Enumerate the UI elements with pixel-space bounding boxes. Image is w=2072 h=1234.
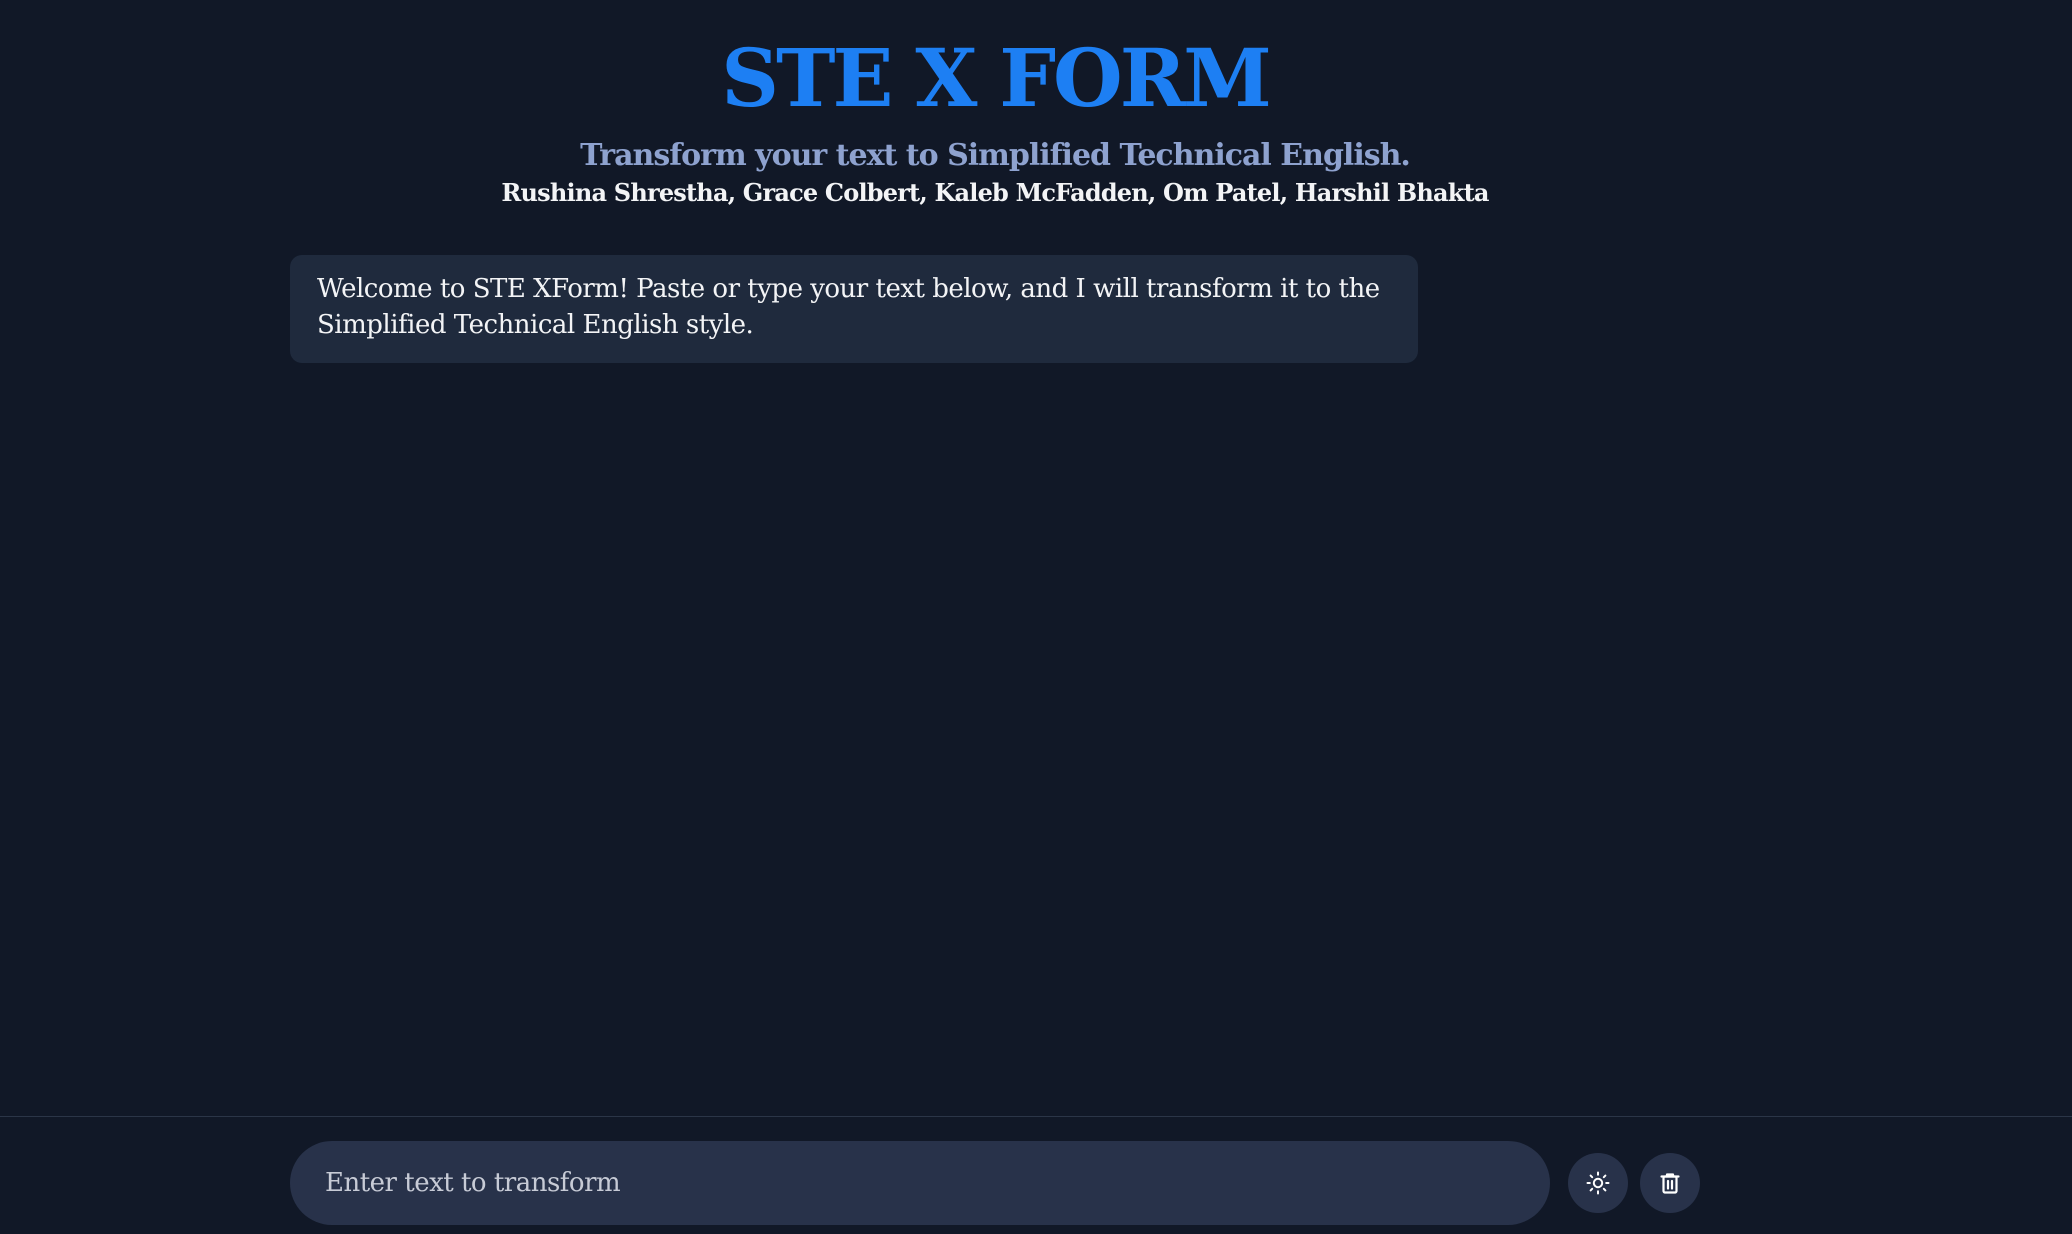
clear-chat-button[interactable]: [1640, 1153, 1700, 1213]
trash-icon: [1658, 1171, 1682, 1195]
app: STE X FORM Transform your text to Simpli…: [0, 0, 2072, 1234]
page-subtitle: Transform your text to Simplified Techni…: [580, 138, 1411, 173]
theme-toggle-button[interactable]: [1568, 1153, 1628, 1213]
text-input[interactable]: [290, 1141, 1550, 1225]
assistant-message: Welcome to STE XForm! Paste or type your…: [290, 255, 1418, 363]
sun-icon: [1586, 1171, 1610, 1195]
authors-line: Rushina Shrestha, Grace Colbert, Kaleb M…: [501, 178, 1489, 207]
composer-bar: [0, 1116, 2072, 1234]
page-title: STE X FORM: [721, 31, 1272, 125]
